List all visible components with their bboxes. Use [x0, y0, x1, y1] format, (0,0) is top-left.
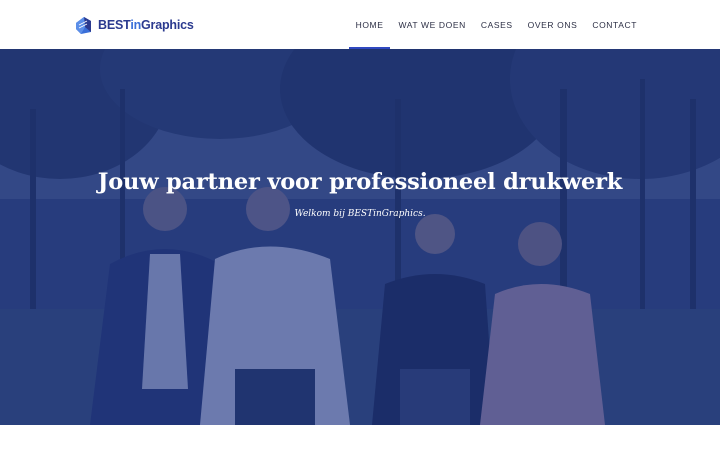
main-nav: HOME WAT WE DOEN CASES OVER ONS CONTACT	[348, 0, 637, 49]
nav-item-wat-we-doen[interactable]: WAT WE DOEN	[398, 0, 465, 49]
logo-text-in: in	[130, 18, 142, 32]
logo-icon	[76, 17, 91, 34]
nav-item-home[interactable]: HOME	[348, 0, 391, 49]
hero-overlay	[0, 49, 720, 425]
nav-item-contact[interactable]: CONTACT	[592, 0, 637, 49]
hero-subtitle: Welkom bij BESTinGraphics.	[294, 209, 426, 219]
logo-text: BESTinGraphics	[98, 18, 194, 32]
logo-text-graphics: Graphics	[141, 18, 194, 32]
hero-section: Jouw partner voor professioneel drukwerk…	[0, 49, 720, 425]
site-logo[interactable]: BESTinGraphics	[75, 14, 194, 36]
logo-text-best: BEST	[98, 18, 131, 32]
nav-item-cases[interactable]: CASES	[481, 0, 513, 49]
site-header: BESTinGraphics HOME WAT WE DOEN CASES OV…	[0, 0, 720, 49]
hero-title: Jouw partner voor professioneel drukwerk	[97, 169, 623, 195]
below-hero-strip	[0, 425, 720, 450]
nav-item-over-ons[interactable]: OVER ONS	[528, 0, 578, 49]
